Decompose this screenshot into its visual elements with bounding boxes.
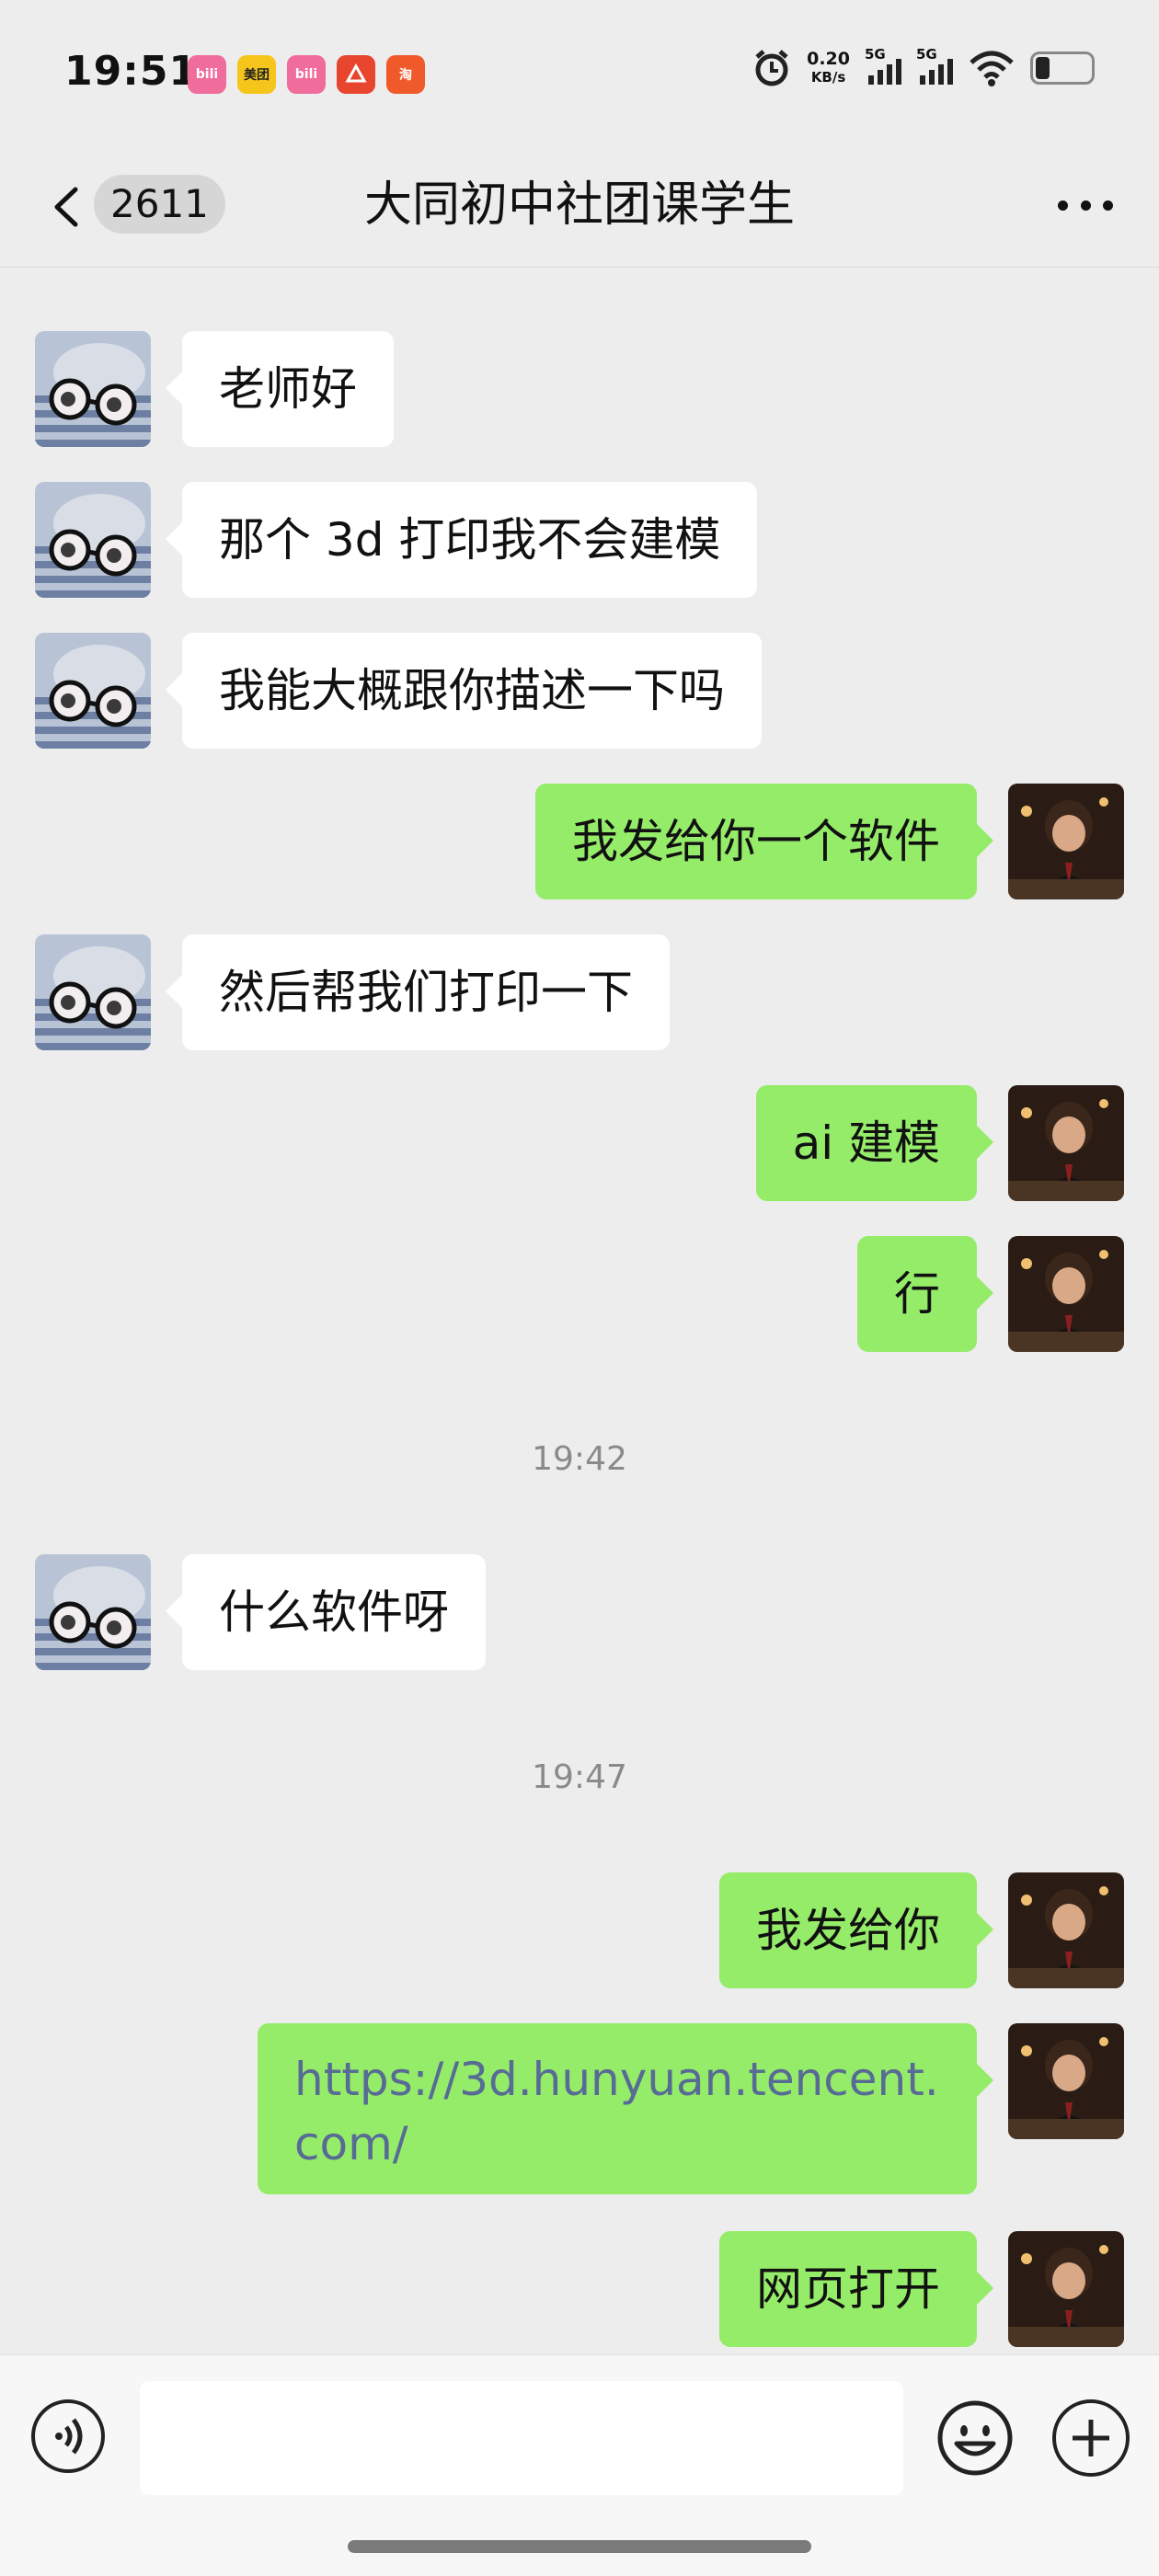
emoji-button[interactable] [936, 2399, 1014, 2477]
taobao-icon: 淘 [386, 55, 425, 94]
contact-avatar[interactable] [35, 482, 151, 598]
voice-input-button[interactable] [31, 2399, 105, 2473]
more-functions-button[interactable] [1052, 2399, 1130, 2477]
message-bubble-received[interactable]: 我能大概跟你描述一下吗 [166, 633, 762, 749]
contact-avatar[interactable] [35, 331, 151, 447]
message-input[interactable] [140, 2381, 903, 2495]
message-bubble-link[interactable]: https://3d.hunyuan.tencent. com/ [258, 2023, 993, 2194]
message-bubble-received[interactable]: 老师好 [166, 331, 394, 447]
link-text-line[interactable]: com/ [294, 2112, 940, 2176]
message-bubble-sent[interactable]: 网页打开 [719, 2231, 993, 2347]
my-avatar[interactable] [1008, 2023, 1124, 2139]
chat-header: 2611 大同初中社团课学生 [0, 147, 1159, 268]
message-bubble-sent[interactable]: 行 [857, 1236, 993, 1352]
my-avatar[interactable] [1008, 1236, 1124, 1352]
wifi-icon [970, 51, 1014, 86]
status-bar: 19:51 bili 美团 bili 淘 0.20 KB/s 5G 5G [0, 0, 1159, 147]
message-bubble-sent[interactable]: 我发给你一个软件 [535, 784, 993, 899]
my-avatar[interactable] [1008, 2231, 1124, 2347]
system-icons: 0.20 KB/s 5G 5G [752, 46, 1095, 88]
message-bubble-sent[interactable]: ai 建模 [755, 1085, 994, 1201]
message-timestamp: 19:42 [532, 1440, 627, 1478]
alarm-icon [755, 50, 788, 86]
smiley-icon [937, 2400, 1013, 2476]
message-bubble-received[interactable]: 那个 3d 打印我不会建模 [165, 482, 758, 598]
contact-avatar[interactable] [35, 1554, 151, 1670]
message-bubble-received[interactable]: 什么软件呀 [166, 1554, 486, 1670]
contact-avatar[interactable] [35, 633, 151, 749]
my-avatar[interactable] [1008, 784, 1124, 899]
bilibili-icon: bili [188, 55, 226, 94]
message-bubble-sent[interactable]: 我发给你 [719, 1872, 993, 1988]
notification-icons: bili 美团 bili 淘 [188, 55, 425, 94]
alipay-icon [337, 55, 375, 94]
network-speed: 0.20 KB/s [807, 49, 850, 86]
link-text-line[interactable]: https://3d.hunyuan.tencent. [294, 2047, 940, 2112]
message-bubble-received[interactable]: 然后帮我们打印一下 [166, 934, 670, 1050]
my-avatar[interactable] [1008, 1872, 1124, 1988]
signal-5g-icon: 5G [916, 46, 953, 85]
bilibili-icon: bili [287, 55, 326, 94]
signal-5g-icon: 5G [865, 46, 901, 85]
meituan-icon: 美团 [237, 55, 276, 94]
battery-icon [1030, 52, 1095, 85]
message-timestamp: 19:47 [532, 1758, 627, 1796]
chat-title: 大同初中社团课学生 [363, 177, 795, 233]
home-indicator[interactable] [348, 2540, 811, 2553]
contact-avatar[interactable] [35, 934, 151, 1050]
plus-icon [1073, 2420, 1109, 2456]
voice-icon [55, 2418, 83, 2455]
status-time: 19:51 [64, 48, 199, 95]
more-options-icon[interactable] [1058, 200, 1113, 215]
my-avatar[interactable] [1008, 1085, 1124, 1201]
